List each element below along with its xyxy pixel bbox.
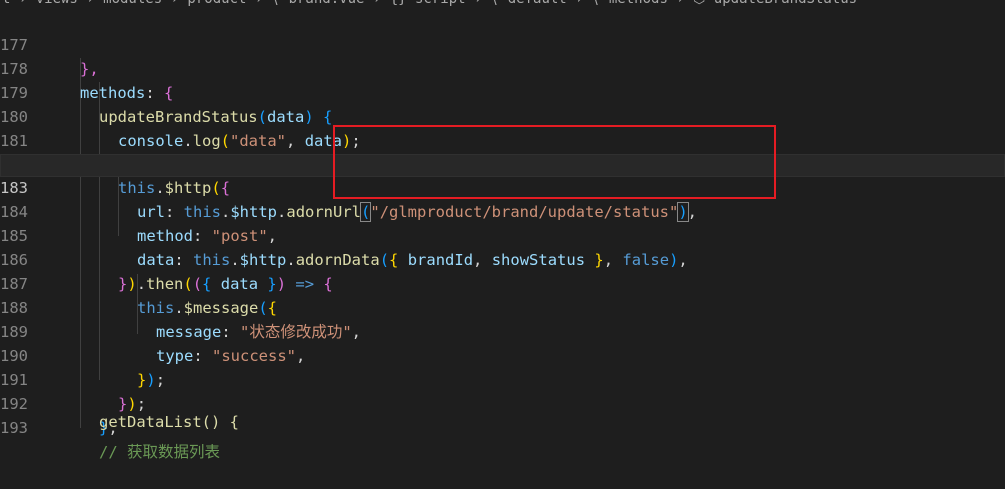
code-editor[interactable]: 177 }, 178 methods: { 179 updateBrandSta… bbox=[0, 10, 1005, 461]
code-line[interactable]: 191 }); bbox=[0, 345, 1005, 413]
code-line[interactable]: getDataList() { bbox=[0, 413, 1005, 441]
code-line[interactable]: 187 this.$message({ bbox=[0, 249, 1005, 317]
code-line[interactable]: 180 console.log("data", data); bbox=[0, 82, 1005, 150]
token: getDataList() { bbox=[99, 412, 239, 431]
code-line[interactable]: 177 }, bbox=[0, 10, 1005, 78]
code-line[interactable]: 189 type: "success", bbox=[0, 297, 1005, 365]
code-line[interactable]: 178 methods: { bbox=[0, 34, 1005, 102]
code-line[interactable]: 186 }).then(({ data }) => { bbox=[0, 225, 1005, 293]
annotation-highlight-box bbox=[333, 125, 776, 199]
code-line[interactable]: 179 updateBrandStatus(data) { bbox=[0, 58, 1005, 126]
code-line[interactable]: 185 data: this.$http.adornData({ brandId… bbox=[0, 201, 1005, 269]
breadcrumb[interactable]: t › views › modules › product › ⟨ brand.… bbox=[0, 0, 1005, 10]
code-line[interactable]: 188 message: "状态修改成功", bbox=[0, 273, 1005, 341]
comment: // 获取数据列表 bbox=[99, 442, 220, 461]
code-line[interactable]: 192 }, bbox=[0, 369, 1005, 437]
code-line[interactable]: 190 }); bbox=[0, 321, 1005, 389]
